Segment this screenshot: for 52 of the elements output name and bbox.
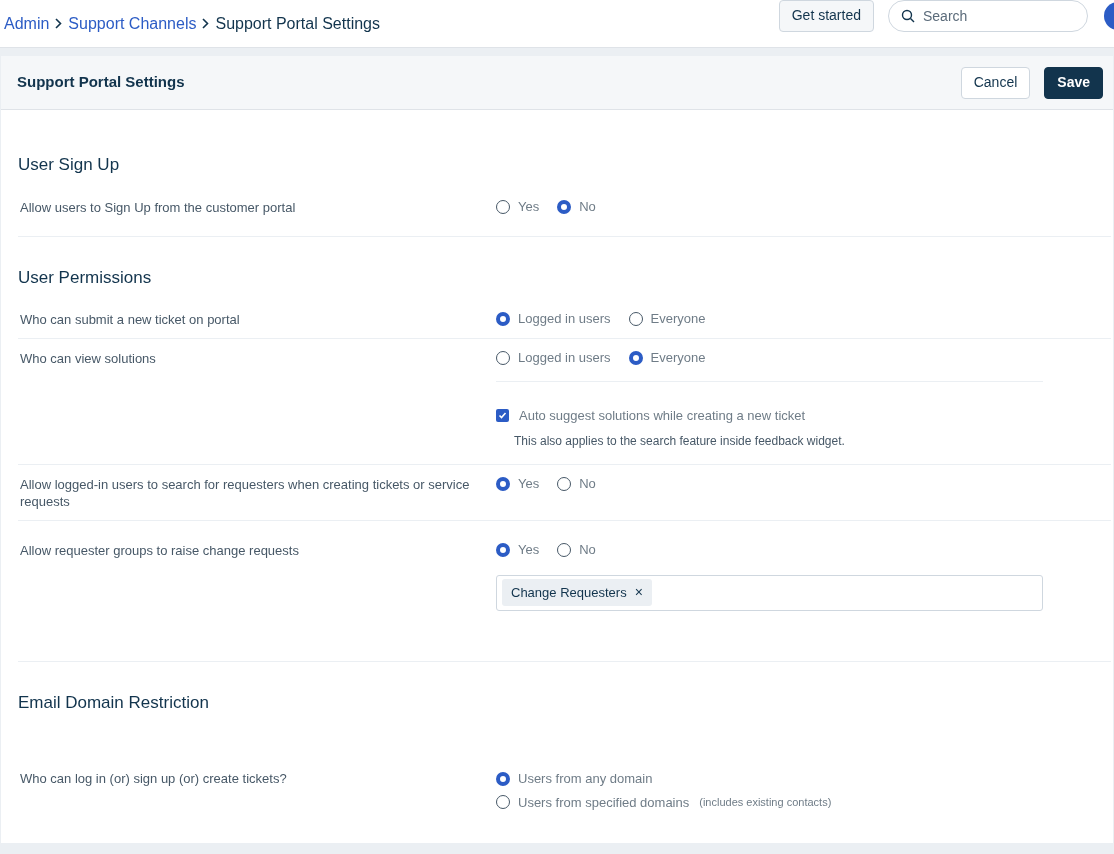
option-label: Logged in users [518, 349, 611, 368]
setting-label: Allow requester groups to raise change requests [19, 541, 300, 560]
radio-button[interactable] [496, 771, 510, 786]
checkbox-label: Auto suggest solutions while creating a new ticket [519, 407, 806, 425]
search-field[interactable]: Search [888, 0, 1088, 32]
hint-text: This also applies to the search feature inside feedback widget. [513, 432, 846, 450]
save-button[interactable]: Save [1044, 66, 1103, 99]
check-icon [498, 411, 507, 421]
radio-button[interactable] [496, 199, 510, 214]
get-started-button[interactable]: Get started [778, 0, 874, 32]
option-label: Users from specified domains [518, 793, 690, 812]
breadcrumb-link[interactable]: Support Channels [68, 11, 197, 36]
checkbox[interactable] [496, 409, 509, 423]
setting-label: Allow logged-in users to search for requesters when creating tickets or service requests [19, 475, 471, 510]
breadcrumb-current: Support Portal Settings [215, 13, 380, 34]
radio-button[interactable] [496, 476, 510, 491]
option-label: Yes [518, 197, 540, 216]
chevron-icon [202, 18, 210, 29]
remove-tag-button[interactable]: × [634, 582, 643, 603]
option-label: No [579, 540, 596, 559]
option-label: Yes [518, 540, 540, 559]
setting-label: Who can submit a new ticket on portal [19, 311, 241, 328]
radio-button[interactable] [557, 542, 572, 557]
setting-label: Who can view solutions [19, 350, 157, 368]
radio-button[interactable] [496, 542, 510, 557]
page-title: Support Portal Settings [17, 72, 185, 93]
setting-label: Allow users to Sign Up from the customer portal [19, 198, 297, 216]
search-icon [901, 8, 915, 23]
radio-button[interactable] [496, 795, 510, 810]
breadcrumb-link[interactable]: Admin [4, 11, 50, 36]
option-note: (includes existing contacts) [699, 795, 832, 810]
radio-button[interactable] [496, 312, 510, 326]
tag-label: Change Requesters [511, 583, 627, 602]
radio-button[interactable] [557, 199, 572, 214]
cancel-button[interactable]: Cancel [960, 66, 1031, 99]
option-label: Users from any domain [518, 770, 653, 788]
option-label: No [579, 474, 596, 493]
radio-button[interactable] [496, 351, 510, 365]
radio-button[interactable] [628, 312, 643, 326]
option-label: Everyone [650, 349, 706, 368]
radio-button[interactable] [628, 351, 643, 365]
section-title: User Sign Up [18, 154, 121, 176]
chevron-icon [55, 18, 63, 29]
option-label: Yes [518, 474, 540, 493]
radio-button[interactable] [557, 476, 572, 491]
section-title: Email Domain Restriction [18, 691, 210, 714]
section-title: User Permissions [18, 266, 153, 289]
option-label: Everyone [650, 310, 706, 329]
option-label: Logged in users [518, 310, 611, 329]
option-label: No [579, 197, 596, 216]
setting-label: Who can log in (or) sign up (or) create tickets? [19, 770, 288, 788]
tag-field[interactable]: Change Requesters × [496, 574, 1043, 611]
